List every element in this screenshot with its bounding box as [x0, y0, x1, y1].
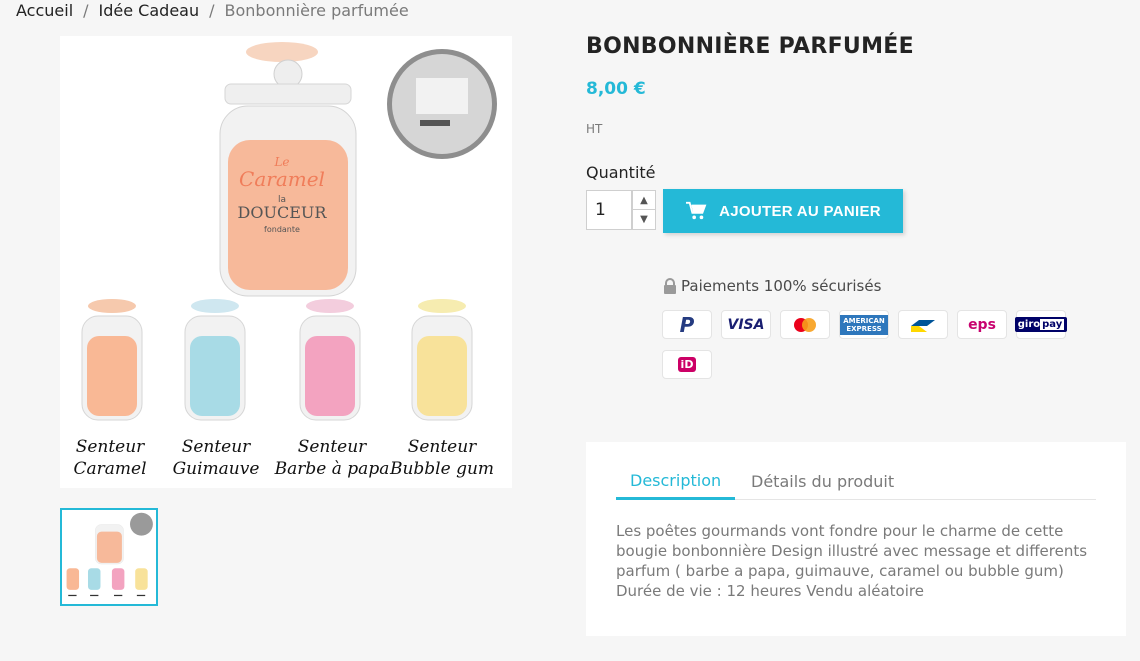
jar-label-caramel: Caramel — [239, 167, 325, 191]
tax-label: HT — [586, 122, 603, 136]
secure-payments: Paiements 100% sécurisés — [663, 277, 881, 295]
paypal-icon: P — [662, 310, 712, 339]
eps-icon: eps — [957, 310, 1007, 339]
scent-4-line1: Senteur — [408, 437, 477, 457]
add-to-cart-label: AJOUTER AU PANIER — [719, 202, 881, 220]
tab-product-details[interactable]: Détails du produit — [751, 463, 894, 499]
scent-2-line1: Senteur — [182, 437, 251, 457]
scent-4-line2: Bubble gum — [389, 459, 494, 479]
breadcrumb: Accueil / Idée Cadeau / Bonbonnière parf… — [16, 0, 409, 22]
quantity-decrease-button[interactable]: ▼ — [632, 210, 656, 230]
shopping-cart-icon — [686, 201, 707, 220]
quantity-increase-button[interactable]: ▲ — [632, 190, 656, 210]
secure-payments-label: Paiements 100% sécurisés — [681, 277, 882, 295]
chevron-up-icon: ▲ — [640, 194, 648, 206]
visa-icon: VISA — [721, 310, 771, 339]
jar-label-fondante: fondante — [264, 225, 300, 234]
product-main-image[interactable]: Le Caramel la DOUCEUR fondante Senteur C… — [60, 36, 512, 488]
bancontact-icon — [898, 310, 948, 339]
add-to-cart-button[interactable]: AJOUTER AU PANIER — [663, 189, 903, 233]
quantity-input[interactable] — [586, 190, 632, 230]
jar-label-douceur: DOUCEUR — [238, 203, 328, 222]
product-title: BONBONNIÈRE PARFUMÉE — [586, 34, 914, 59]
breadcrumb-separator: / — [83, 0, 89, 20]
product-tabs: Description Détails du produit Les poête… — [586, 442, 1126, 636]
scent-2-line2: Guimauve — [173, 459, 260, 479]
product-thumbnail[interactable] — [60, 508, 158, 606]
american-express-icon: AMERICAN EXPRESS — [839, 310, 889, 339]
giropay-icon: giro pay — [1014, 310, 1068, 339]
product-price: 8,00 € — [586, 79, 646, 99]
mastercard-icon — [780, 310, 830, 339]
breadcrumb-home-link[interactable]: Accueil — [16, 1, 73, 20]
tab-description[interactable]: Description — [616, 463, 736, 500]
breadcrumb-separator: / — [209, 0, 215, 20]
chevron-down-icon: ▼ — [640, 214, 648, 225]
scent-3-line1: Senteur — [298, 437, 367, 457]
ideal-icon: iD — [662, 350, 712, 379]
scent-1-line1: Senteur — [76, 437, 145, 457]
lock-icon — [664, 278, 676, 294]
tab-list: Description Détails du produit — [616, 463, 1096, 500]
breadcrumb-current: Bonbonnière parfumée — [224, 0, 409, 20]
product-description: Les poêtes gourmands vont fondre pour le… — [616, 522, 1088, 600]
quantity-label: Quantité — [586, 163, 656, 182]
scent-3-line2: Barbe à papa — [274, 459, 390, 479]
breadcrumb-category-link[interactable]: Idée Cadeau — [99, 1, 200, 20]
scent-1-line2: Caramel — [73, 459, 146, 479]
